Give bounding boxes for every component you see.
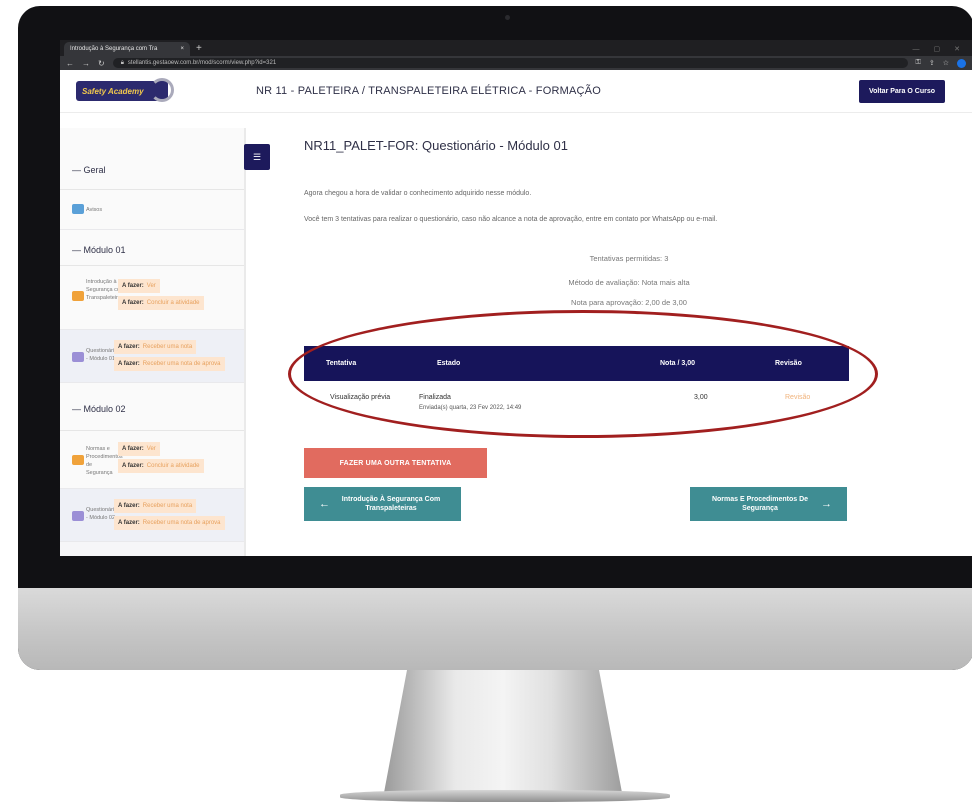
scorm-package-icon (72, 455, 84, 465)
sidebar-item-normas[interactable]: Normas e Procedimentos de Segurança A fa… (60, 431, 244, 489)
todo-badge-ver: A fazer: Ver (118, 442, 160, 456)
url-text: stellantis.gestaoew.com.br/mod/scorm/vie… (127, 60, 277, 66)
intro-text: Agora chegou a hora de validar o conheci… (304, 190, 532, 197)
todo-badge-ver: A fazer: Ver (118, 279, 160, 293)
section-modulo-02[interactable]: — Módulo 02 (60, 383, 244, 431)
site-header: Safety Academy NR 11 - PALETEIRA / TRANS… (60, 70, 972, 113)
logo-emblem-icon (150, 78, 174, 102)
share-icon[interactable]: ⇪ (929, 59, 935, 67)
address-actions: ⚿ ⇪ ☆ (916, 58, 966, 68)
passing-grade: Nota para aprovação: 2,00 de 3,00 (571, 298, 687, 307)
todo-badge-receber-aprov: A fazer: Receber uma nota de aprova (114, 516, 225, 530)
url-field[interactable]: 🔒︎ stellantis.gestaoew.com.br/mod/scorm/… (112, 58, 908, 68)
forward-arrow-icon[interactable]: → (82, 59, 90, 68)
scorm-package-icon (72, 291, 84, 301)
highlight-annotation-ellipse (288, 310, 878, 438)
section-modulo-01[interactable]: — Módulo 01 (60, 230, 244, 266)
drawer-toggle-button[interactable]: ☰ (244, 144, 270, 170)
item-questionario-02-label: Questionário - Módulo 02 (86, 507, 118, 521)
sidebar-item-questionario-01[interactable]: Questionário - Módulo 01 A fazer: Receber… (60, 330, 244, 383)
todo-badge-receber-nota: A fazer: Receber uma nota (114, 340, 197, 354)
quiz-icon (72, 511, 84, 521)
safety-academy-logo[interactable]: Safety Academy (76, 78, 174, 102)
monitor-base (340, 790, 670, 802)
sidebar-item-questionario-02[interactable]: Questionário - Módulo 02 A fazer: Receber… (60, 489, 244, 542)
new-tab-button[interactable]: + (196, 42, 202, 56)
item-questionario-01-label: Questionário - Módulo 01 (86, 348, 118, 362)
back-to-course-button[interactable]: Voltar Para O Curso (859, 80, 945, 103)
tab-close-icon[interactable]: × (180, 46, 184, 52)
logo-text: Safety Academy (82, 86, 144, 96)
arrow-right-icon: → (821, 497, 832, 510)
grading-method: Método de avaliação: Nota mais alta (568, 278, 690, 287)
course-title: NR 11 - PALETEIRA / TRANSPALETEIRA ELÉTR… (256, 85, 601, 97)
next-activity-label: Normas E Procedimentos De Segurança (711, 496, 809, 512)
browser-tabbar: Introdução à Segurança com Tra × + — ▢ ✕ (60, 40, 972, 56)
attempts-note: Você tem 3 tentativas para realizar o qu… (304, 216, 718, 223)
window-controls: — ▢ ✕ (913, 42, 972, 56)
tab-title: Introdução à Segurança com Tra (70, 46, 158, 52)
retry-attempt-button[interactable]: FAZER UMA OUTRA TENTATIVA (304, 448, 487, 478)
monitor-chin (18, 588, 972, 670)
quiz-icon (72, 352, 84, 362)
todo-badge-receber-aprov: A fazer: Receber uma nota de aprova (114, 357, 225, 371)
close-window-icon[interactable]: ✕ (954, 45, 960, 53)
todo-badge-concluir: A fazer: Concluir a atividade (118, 459, 204, 473)
avisos-label: Avisos (86, 207, 103, 213)
course-index-sidebar: — Geral Avisos — Módulo 01 Introdução à … (60, 128, 246, 556)
arrow-left-icon: ← (319, 497, 330, 510)
sidebar-item-introducao[interactable]: Introdução à Segurança com Transpaleteir… (60, 266, 244, 330)
key-icon[interactable]: ⚿ (916, 59, 921, 67)
section-geral[interactable]: — Geral (60, 128, 244, 190)
sidebar-item-avisos[interactable]: Avisos (60, 190, 244, 230)
todo-badge-receber-nota: A fazer: Receber uma nota (114, 499, 197, 513)
page-title: NR11_PALET-FOR: Questionário - Módulo 01 (304, 138, 568, 153)
maximize-icon[interactable]: ▢ (934, 45, 941, 53)
lock-icon: 🔒︎ (120, 59, 124, 66)
prev-activity-button[interactable]: ← Introdução À Segurança Com Transpalete… (304, 487, 461, 521)
attempts-allowed: Tentativas permitidas: 3 (589, 254, 669, 263)
minimize-icon[interactable]: — (913, 46, 920, 53)
camera-dot (505, 15, 510, 20)
reload-icon[interactable]: ↻ (98, 59, 105, 68)
back-arrow-icon[interactable]: ← (66, 59, 74, 68)
browser-tab[interactable]: Introdução à Segurança com Tra × (64, 42, 190, 56)
menu-icon: ☰ (252, 151, 262, 162)
forum-icon (72, 204, 84, 214)
prev-activity-label: Introdução À Segurança Com Transpaleteir… (341, 496, 441, 512)
address-bar: ← → ↻ 🔒︎ stellantis.gestaoew.com.br/mod/… (60, 56, 972, 70)
screen: Introdução à Segurança com Tra × + — ▢ ✕… (60, 40, 972, 556)
next-activity-button[interactable]: Normas E Procedimentos De Segurança → (690, 487, 847, 521)
todo-badge-concluir: A fazer: Concluir a atividade (118, 296, 204, 310)
profile-avatar[interactable] (957, 58, 966, 68)
star-icon[interactable]: ☆ (943, 59, 949, 67)
monitor-stand (383, 670, 623, 798)
item-normas-label: Normas e Procedimentos de Segurança (86, 446, 123, 476)
